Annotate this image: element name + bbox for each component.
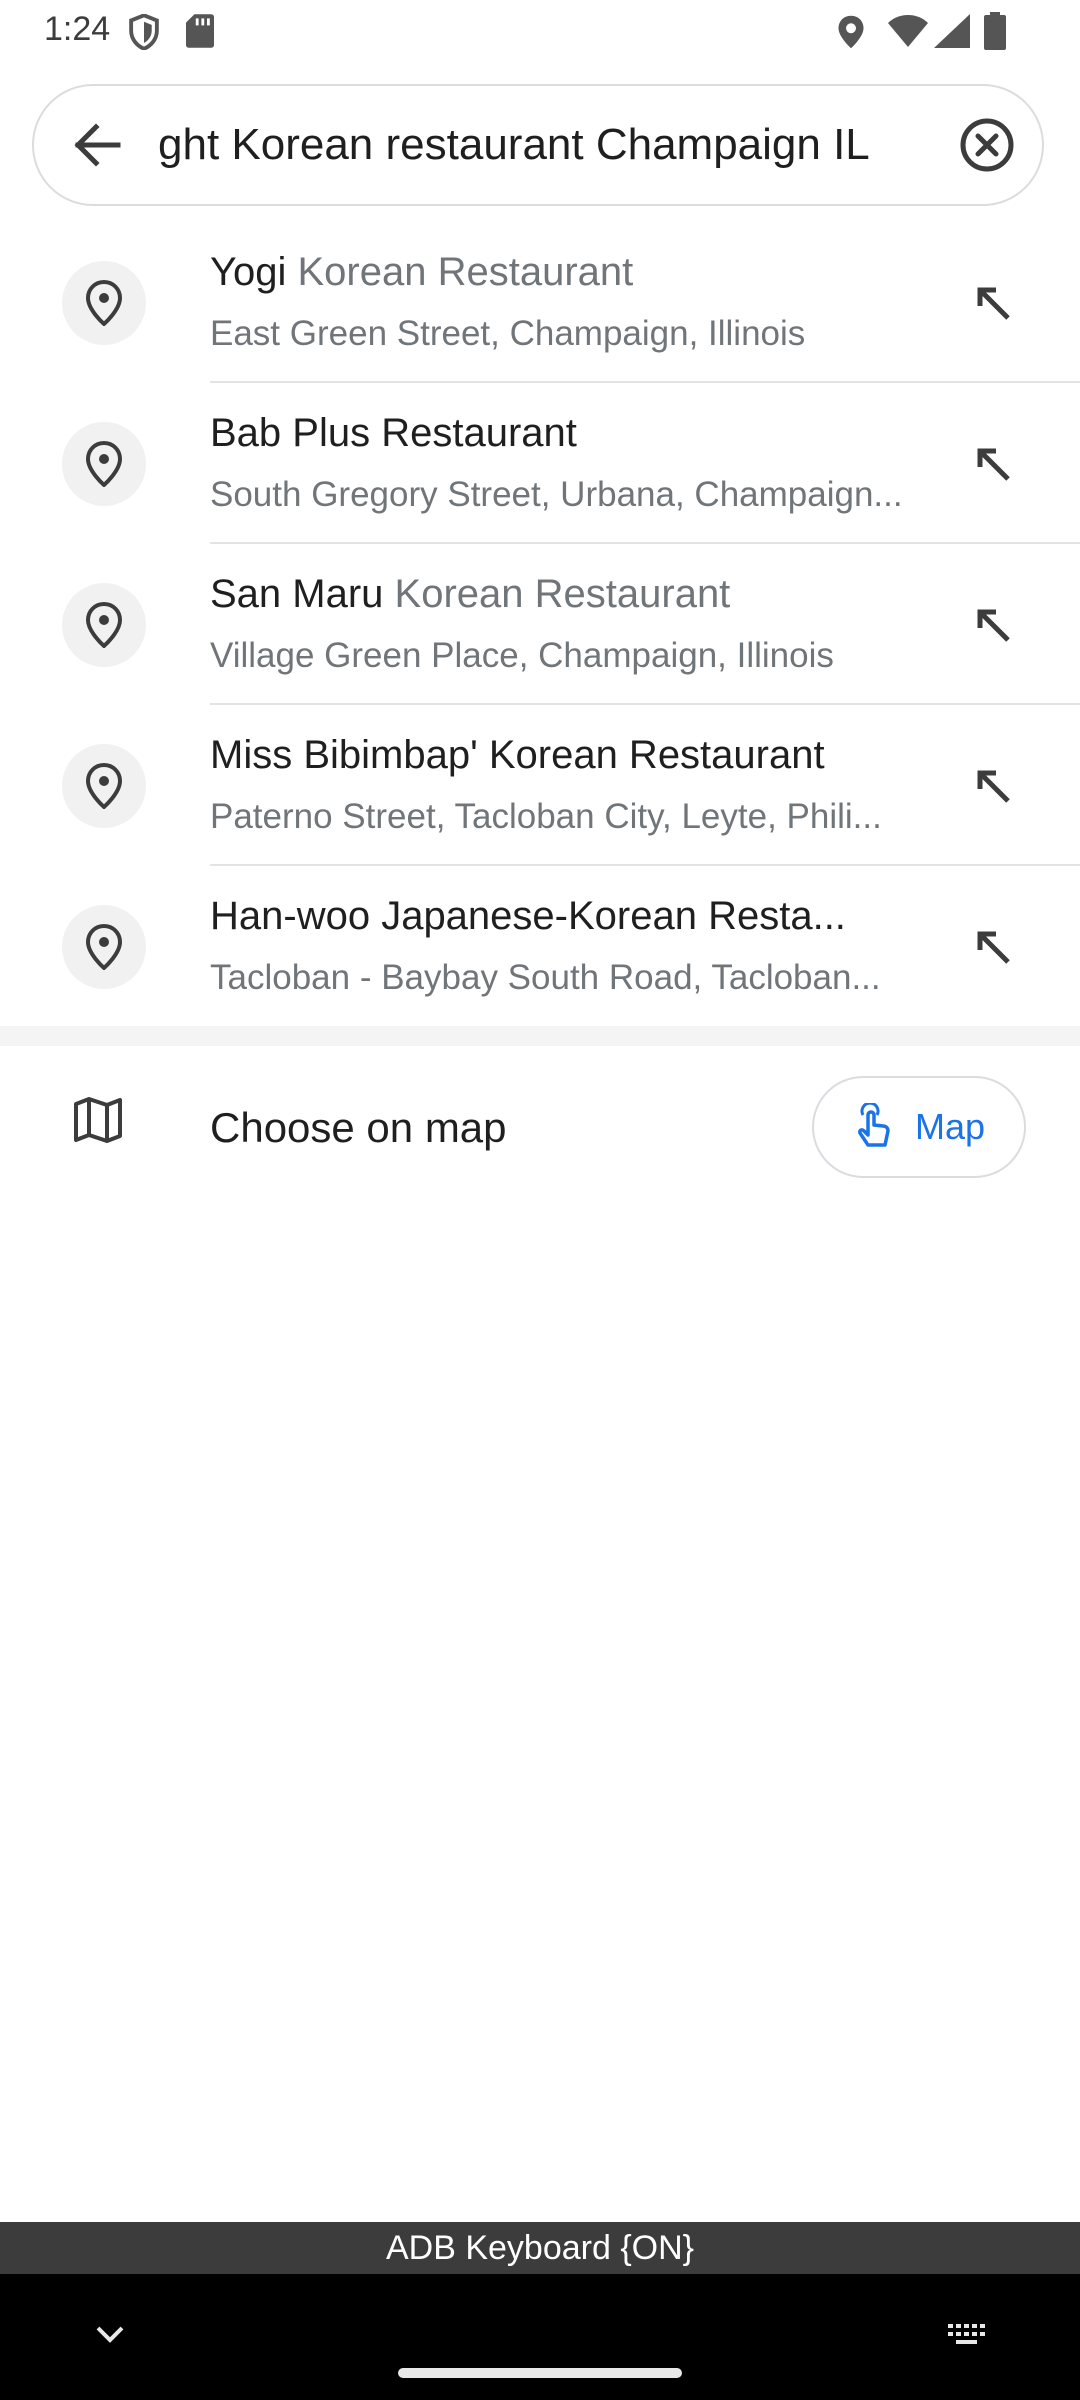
section-divider <box>0 1026 1080 1046</box>
clear-x-circle-icon <box>960 118 1014 172</box>
suggestion-title: Miss Bibimbap' Korean Restaurant <box>210 733 930 778</box>
choose-on-map-row[interactable]: Choose on map Map <box>0 1046 1080 1210</box>
suggestion-item[interactable]: Bab Plus Restaurant South Gregory Street… <box>0 383 1080 544</box>
suggestion-title-main: Yogi <box>210 250 287 294</box>
suggestion-title-main: San Maru <box>210 572 384 616</box>
fill-query-button[interactable] <box>964 757 1024 817</box>
keyboard-icon <box>948 2324 985 2344</box>
suggestion-title-muted: Korean Restaurant <box>286 250 634 294</box>
chevron-down-icon <box>96 2326 124 2343</box>
pin-circle <box>62 583 146 667</box>
suggestion-subtitle: Tacloban - Baybay South Road, Tacloban..… <box>210 958 881 997</box>
battery-icon <box>984 12 1006 55</box>
suggestion-title-main: Miss Bibimbap' Korean Restaurant <box>210 733 825 777</box>
suggestion-title: Bab Plus Restaurant <box>210 411 930 456</box>
pin-circle <box>62 744 146 828</box>
touch-pointer-icon <box>858 1103 890 1147</box>
suggestion-item[interactable]: Miss Bibimbap' Korean Restaurant Paterno… <box>0 705 1080 866</box>
arrow-up-left-icon <box>977 770 1010 803</box>
location-pin-icon <box>86 441 122 487</box>
navigation-bar <box>0 2274 1080 2400</box>
arrow-up-left-icon <box>977 287 1010 320</box>
suggestion-item[interactable]: Han-woo Japanese-Korean Resta... Tacloba… <box>0 866 1080 1027</box>
location-pin-icon <box>86 924 122 970</box>
suggestion-title-main: Han-woo Japanese-Korean Resta... <box>210 894 846 938</box>
back-button[interactable] <box>64 112 130 178</box>
search-bar: ght Korean restaurant Champaign IL <box>32 84 1044 206</box>
folded-map-icon <box>72 1094 124 1151</box>
clear-search-button[interactable] <box>952 110 1022 180</box>
map-button-label: Map <box>914 1106 986 1147</box>
suggestion-title: Yogi Korean Restaurant <box>210 250 930 295</box>
keyboard-switch-button[interactable] <box>944 2314 992 2359</box>
location-pin-icon <box>86 280 122 326</box>
suggestion-subtitle: South Gregory Street, Urbana, Champaign.… <box>210 475 903 514</box>
home-handle[interactable] <box>398 2368 682 2378</box>
choose-on-map-label: Choose on map <box>210 1104 507 1151</box>
wifi-icon <box>888 14 928 53</box>
status-bar: 1:24 <box>0 0 1080 64</box>
suggestion-subtitle: East Green Street, Champaign, Illinois <box>210 314 806 353</box>
map-button[interactable]: Map <box>812 1076 1026 1178</box>
status-time: 1:24 <box>44 10 111 48</box>
location-pin-icon <box>86 763 122 809</box>
keyboard-indicator: ADB Keyboard {ON} <box>0 2222 1080 2274</box>
collapse-keyboard-button[interactable] <box>92 2314 128 2359</box>
signal-icon <box>934 14 970 53</box>
arrow-up-left-icon <box>977 931 1010 964</box>
fill-query-button[interactable] <box>964 274 1024 334</box>
pin-circle <box>62 422 146 506</box>
fill-query-button[interactable] <box>964 918 1024 978</box>
suggestion-title: Han-woo Japanese-Korean Resta... <box>210 894 930 939</box>
arrow-up-left-icon <box>977 448 1010 481</box>
suggestion-subtitle: Village Green Place, Champaign, Illinois <box>210 636 834 675</box>
location-pin-icon <box>86 602 122 648</box>
search-input-text: ght Korean restaurant Champaign IL <box>158 120 870 169</box>
sd-card-icon <box>186 14 214 53</box>
suggestion-title: San Maru Korean Restaurant <box>210 572 930 617</box>
arrow-up-left-icon <box>977 609 1010 642</box>
suggestion-subtitle: Paterno Street, Tacloban City, Leyte, Ph… <box>210 797 882 836</box>
arrow-left-icon <box>74 123 121 167</box>
search-input[interactable]: ght Korean restaurant Champaign IL <box>158 86 958 204</box>
pin-circle <box>62 261 146 345</box>
suggestion-item[interactable]: Yogi Korean Restaurant East Green Street… <box>0 222 1080 383</box>
suggestion-title-main: Bab Plus Restaurant <box>210 411 577 455</box>
shield-icon <box>128 13 160 55</box>
fill-query-button[interactable] <box>964 435 1024 495</box>
location-icon <box>836 14 866 55</box>
suggestion-list: Yogi Korean Restaurant East Green Street… <box>0 222 1080 1027</box>
suggestion-item[interactable]: San Maru Korean Restaurant Village Green… <box>0 544 1080 705</box>
fill-query-button[interactable] <box>964 596 1024 656</box>
pin-circle <box>62 905 146 989</box>
suggestion-title-muted: Korean Restaurant <box>383 572 731 616</box>
